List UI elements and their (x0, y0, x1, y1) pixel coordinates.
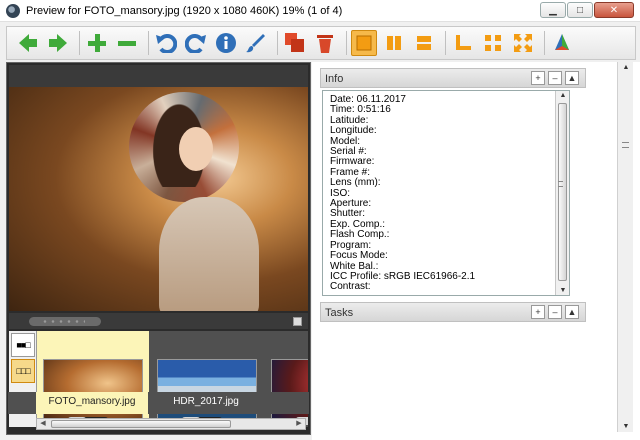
maximize-button[interactable]: □ (567, 2, 593, 18)
previous-button[interactable] (15, 30, 41, 56)
info-icon (216, 33, 236, 53)
edit-button[interactable] (243, 30, 269, 56)
scroll-down-icon[interactable]: ▼ (558, 287, 568, 294)
info-line: Contrast: (330, 281, 371, 293)
arrow-left-icon (19, 34, 37, 52)
scrollbar-thumb[interactable] (51, 420, 231, 428)
grip-dots-icon (41, 320, 85, 323)
grip-icon (558, 181, 563, 187)
minus-icon (118, 41, 136, 46)
preview-pane: ■■□ □□□ (6, 62, 311, 435)
fit-button[interactable] (480, 30, 506, 56)
scroll-up-icon[interactable]: ▲ (558, 92, 568, 99)
body-shape (159, 197, 259, 311)
info-panel-buttons: + – ▲ (528, 71, 579, 85)
collapse-panel-button[interactable]: ▲ (565, 71, 579, 85)
thumbnail-label: FOTO_mansory.jpg (48, 396, 136, 407)
next-button[interactable] (45, 30, 71, 56)
toolbar-separator (445, 31, 446, 55)
info-lines: Date: 06.11.2017 Time: 0:51:16 Latitude: Lo… (330, 94, 475, 293)
crop-button[interactable] (450, 30, 476, 56)
thumbnail-labels: FOTO_mansory.jpg HDR_2017.jpg MAN (8, 392, 309, 414)
layout-single-icon (356, 35, 372, 51)
scroll-down-icon[interactable]: ▼ (621, 423, 631, 430)
view-thumbnails-button[interactable]: □□□ (11, 359, 35, 383)
close-button[interactable]: ✕ (594, 2, 634, 18)
expand-icon (514, 34, 532, 52)
info-button[interactable] (213, 30, 239, 56)
grip-icon (622, 142, 629, 148)
redo-icon (185, 34, 206, 53)
close-icon: ✕ (609, 4, 619, 16)
minimize-panel-button[interactable]: – (548, 305, 562, 319)
tasks-panel-header: Tasks + – ▲ (320, 302, 586, 322)
delete-button[interactable] (312, 30, 338, 56)
rotate-right-button[interactable] (183, 30, 209, 56)
toolbar-separator (148, 31, 149, 55)
layout-single-button[interactable] (351, 30, 377, 56)
toolbar (6, 26, 636, 60)
tasks-panel-buttons: + – ▲ (528, 305, 579, 319)
thumbnail-scrollbar[interactable]: ◀ ▶ (36, 418, 306, 430)
crop-corner-icon (456, 35, 471, 50)
side-panels: Info + – ▲ Date: 06.11.2017 Time: 0:51:16… (312, 62, 640, 440)
preview-image (9, 87, 308, 311)
info-text-area[interactable]: Date: 06.11.2017 Time: 0:51:16 Latitude: Lo… (322, 90, 570, 296)
zoom-out-button[interactable] (114, 30, 140, 56)
pin-button[interactable]: + (531, 305, 545, 319)
maximize-icon: □ (576, 4, 584, 16)
title-bar: Preview for FOTO_mansory.jpg (1920 x 108… (0, 0, 640, 22)
thumbnail-label: MAN (264, 396, 310, 407)
layout-two-columns-icon (387, 36, 401, 50)
trash-icon (317, 35, 333, 53)
preview-scroll-handle[interactable] (29, 317, 101, 326)
resize-corner-button[interactable] (293, 317, 302, 326)
scroll-left-icon[interactable]: ◀ (37, 419, 49, 429)
brush-icon (246, 34, 265, 53)
shrink-icon (485, 35, 501, 51)
toolbar-separator (277, 31, 278, 55)
scroll-right-icon[interactable]: ▶ (293, 419, 305, 429)
window-controls: ▁ □ ✕ (539, 2, 634, 18)
rotate-left-button[interactable] (153, 30, 179, 56)
layers-icon (285, 33, 304, 52)
minimize-button[interactable]: ▁ (540, 2, 566, 18)
info-scrollbar[interactable]: ▲ ▼ (555, 91, 569, 295)
thumbnails-icon: □□□ (16, 366, 30, 376)
thumbnail-label: HDR_2017.jpg (173, 396, 239, 407)
layout-rows-button[interactable] (411, 30, 437, 56)
scrollbar-thumb[interactable] (558, 103, 567, 281)
layout-columns-button[interactable] (381, 30, 407, 56)
copy-button[interactable] (282, 30, 308, 56)
info-line: Focus Mode: (330, 250, 388, 262)
window-title: Preview for FOTO_mansory.jpg (1920 x 108… (26, 4, 343, 17)
toolbar-separator (346, 31, 347, 55)
palette-icon (555, 34, 569, 50)
plus-icon (88, 34, 106, 52)
minimize-icon: ▁ (549, 4, 557, 16)
preview-footer (9, 313, 308, 329)
undo-icon (156, 34, 177, 53)
view-filmstrip-button[interactable]: ■■□ (11, 333, 35, 357)
fullscreen-button[interactable] (510, 30, 536, 56)
toolbar-separator (544, 31, 545, 55)
arrow-right-icon (49, 34, 67, 52)
scroll-up-icon[interactable]: ▲ (621, 64, 631, 71)
info-panel-header: Info + – ▲ (320, 68, 586, 88)
image-preview[interactable] (9, 65, 308, 311)
layout-two-rows-icon (417, 36, 431, 50)
info-line: Lens (mm): (330, 177, 381, 189)
pin-button[interactable]: + (531, 71, 545, 85)
color-button[interactable] (549, 30, 575, 56)
minimize-panel-button[interactable]: – (548, 71, 562, 85)
face-shape (179, 127, 213, 171)
toolbar-separator (79, 31, 80, 55)
info-panel-title: Info (325, 73, 344, 85)
zoom-in-button[interactable] (84, 30, 110, 56)
app-icon (6, 3, 20, 18)
filmstrip-icon: ■■□ (16, 340, 30, 350)
side-panel-scrollbar[interactable]: ▲ ▼ (617, 62, 633, 432)
collapse-panel-button[interactable]: ▲ (565, 305, 579, 319)
tasks-panel-title: Tasks (325, 307, 354, 319)
